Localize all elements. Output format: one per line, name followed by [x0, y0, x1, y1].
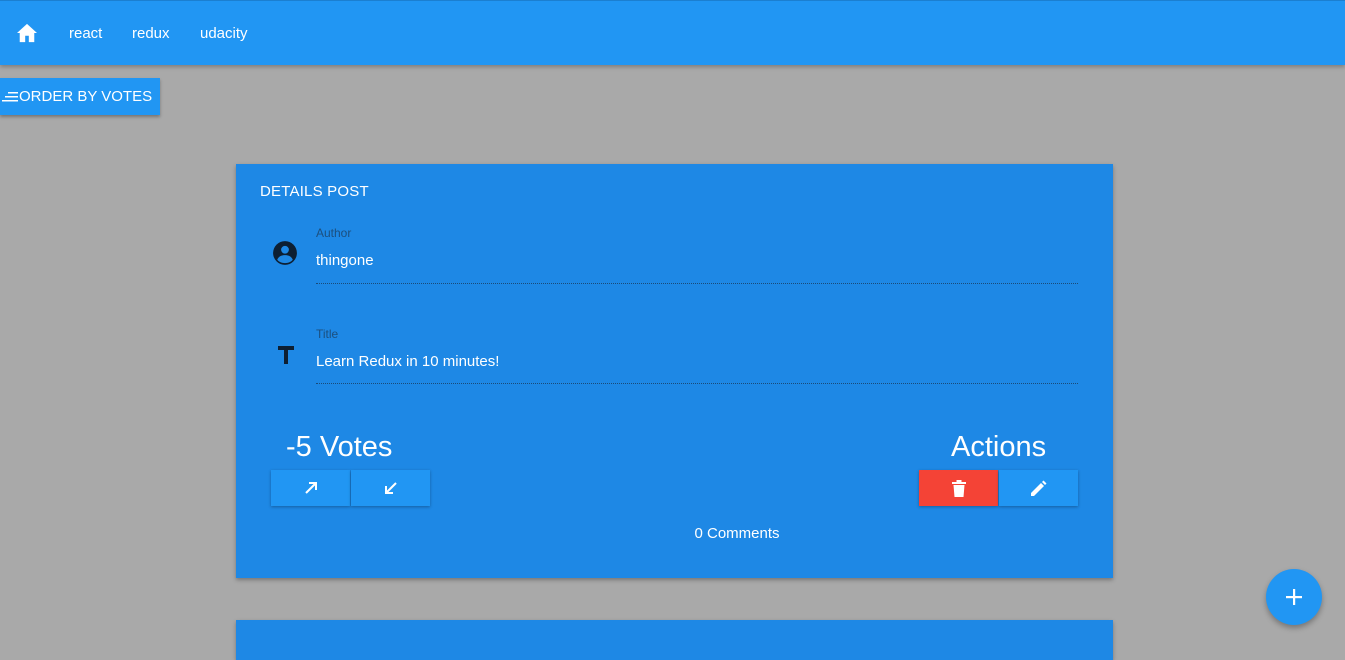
nav-link-redux[interactable]: redux: [132, 25, 170, 42]
card-title: DETAILS POST: [260, 183, 369, 200]
arrow-down-left-icon: [384, 482, 397, 494]
edit-post-button[interactable]: [999, 470, 1078, 506]
nav-link-react[interactable]: react: [69, 25, 102, 42]
actions-heading: Actions: [951, 431, 1047, 463]
home-icon: [17, 23, 37, 43]
nav-link-udacity[interactable]: udacity: [200, 25, 248, 42]
add-icon: [1286, 589, 1302, 605]
title-field[interactable]: Learn Redux in 10 minutes!: [316, 353, 499, 370]
downvote-button[interactable]: [351, 470, 430, 506]
title-label: Title: [316, 327, 339, 341]
account-circle-icon: [272, 240, 298, 266]
app-bar: react redux udacity: [0, 0, 1345, 65]
author-underline: [316, 283, 1078, 284]
delete-post-button[interactable]: [919, 470, 998, 506]
upvote-button[interactable]: [271, 470, 350, 506]
title-icon: [274, 341, 298, 367]
post-detail-card: DETAILS POST Author thingone Title Learn…: [236, 164, 1113, 578]
home-button[interactable]: [14, 21, 40, 45]
order-by-votes-label: ORDER BY VOTES: [19, 88, 153, 105]
pencil-icon: [1031, 480, 1047, 496]
order-by-votes-button[interactable]: ORDER BY VOTES: [0, 78, 160, 115]
add-post-fab[interactable]: [1266, 569, 1322, 625]
title-underline: [316, 383, 1078, 384]
author-label: Author: [316, 226, 352, 240]
sort-icon: [2, 90, 18, 104]
trash-icon: [951, 479, 966, 497]
vote-score: -5 Votes: [286, 431, 393, 463]
comments-count[interactable]: 0 Comments: [236, 525, 1238, 542]
next-post-card: [236, 620, 1113, 660]
author-field[interactable]: thingone: [316, 252, 374, 269]
arrow-up-right-icon: [304, 482, 317, 494]
